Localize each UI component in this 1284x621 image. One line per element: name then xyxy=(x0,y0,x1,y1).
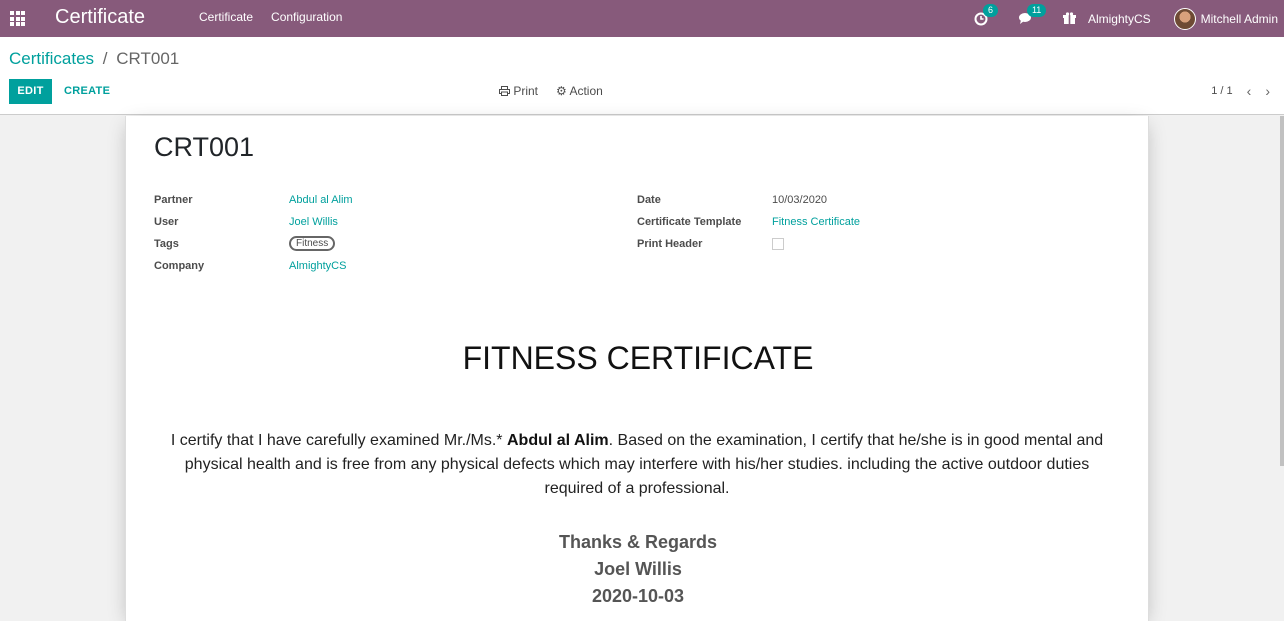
print-header-label: Print Header xyxy=(637,238,703,250)
menu-item-certificate[interactable]: Certificate xyxy=(199,10,253,24)
action-dropdown[interactable]: ⚙ Action xyxy=(556,84,603,98)
main-menu: Certificate Configuration xyxy=(199,10,342,24)
date-field[interactable]: 10/03/2020 xyxy=(772,194,827,206)
company-field[interactable]: AlmightyCS xyxy=(289,260,346,272)
control-panel: Certificates / CRT001 EDIT CREATE Print … xyxy=(0,37,1284,115)
tag-fitness[interactable]: Fitness xyxy=(289,236,336,251)
partner-field[interactable]: Abdul al Alim xyxy=(289,194,353,206)
certificate-body-prefix: I certify that I have carefully examined… xyxy=(170,432,503,449)
record-name: CRT001 xyxy=(154,132,255,162)
app-title: Certificate xyxy=(55,6,146,28)
certificate-heading: FITNESS CERTIFICATE xyxy=(462,340,814,376)
user-label: User xyxy=(154,216,179,228)
breadcrumb: Certificates / CRT001 xyxy=(9,49,179,69)
create-button[interactable]: CREATE xyxy=(64,79,110,104)
company-name: AlmightyCS xyxy=(1087,11,1151,26)
action-label: Action xyxy=(569,84,603,98)
debug-menu[interactable] xyxy=(1062,12,1076,25)
certificate-signer: Joel Willis xyxy=(594,559,682,579)
print-dropdown[interactable]: Print xyxy=(499,84,538,98)
user-field[interactable]: Joel Willis xyxy=(289,216,338,228)
form-sheet: CRT001 Partner Abdul al Alim User Joel W… xyxy=(125,116,1149,621)
breadcrumb-certificates[interactable]: Certificates xyxy=(9,49,94,68)
print-label: Print xyxy=(513,84,539,98)
avatar xyxy=(1173,7,1196,30)
messaging-menu[interactable]: 11 xyxy=(1018,4,1047,25)
systray: 6 11 AlmightyCS Mitchell Admin xyxy=(974,0,1284,37)
breadcrumb-current: CRT001 xyxy=(116,49,180,68)
activity-menu[interactable]: 6 xyxy=(974,3,998,26)
activity-badge: 6 xyxy=(982,3,998,17)
messages-badge: 11 xyxy=(1026,4,1047,17)
certificate-body-name: Abdul al Alim xyxy=(506,432,609,449)
date-label: Date xyxy=(637,194,661,206)
gift-icon xyxy=(1062,12,1076,24)
menu-item-configuration[interactable]: Configuration xyxy=(271,10,342,24)
pager: 1 / 1 ‹ › xyxy=(1211,83,1270,99)
user-menu[interactable]: Mitchell Admin xyxy=(1173,7,1278,30)
top-navbar: Certificate Certificate Configuration 6 … xyxy=(0,0,1284,37)
company-switcher[interactable]: AlmightyCS xyxy=(1088,12,1151,26)
chevron-right-icon[interactable]: › xyxy=(1265,83,1270,99)
partner-label: Partner xyxy=(154,194,193,206)
edit-button[interactable]: EDIT xyxy=(9,79,52,104)
apps-menu-icon[interactable] xyxy=(10,11,25,26)
company-label: Company xyxy=(154,260,205,272)
scrollbar[interactable] xyxy=(1280,116,1284,466)
gear-icon: ⚙ xyxy=(556,84,567,98)
print-icon xyxy=(499,86,510,96)
certificate-sign-date: 2020-10-03 xyxy=(591,586,685,606)
breadcrumb-separator: / xyxy=(102,49,108,68)
template-label: Certificate Template xyxy=(637,216,742,228)
certificate-body: I certify that I have carefully examined… xyxy=(162,429,1112,501)
chevron-left-icon[interactable]: ‹ xyxy=(1247,83,1252,99)
certificate-regards: Thanks & Regards xyxy=(558,532,718,552)
sidebar-actions: Print ⚙ Action xyxy=(499,84,603,98)
tags-label: Tags xyxy=(154,238,179,250)
template-field[interactable]: Fitness Certificate xyxy=(772,216,860,228)
print-header-checkbox[interactable] xyxy=(772,238,784,250)
user-name: Mitchell Admin xyxy=(1200,11,1278,26)
pager-value[interactable]: 1 / 1 xyxy=(1211,85,1232,97)
